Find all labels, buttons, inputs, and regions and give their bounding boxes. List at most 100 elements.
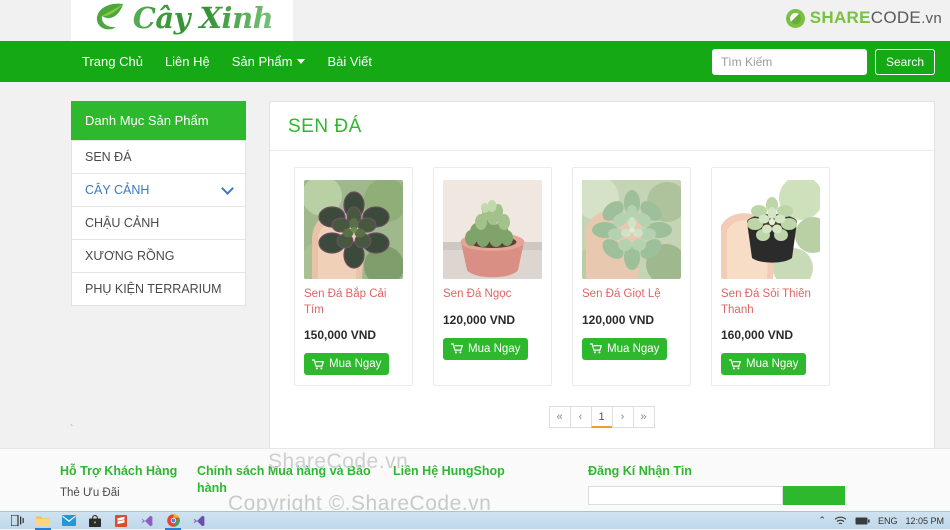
leaf-icon <box>96 3 123 30</box>
shopping-cart-icon <box>729 358 741 369</box>
vscode-insiders-icon[interactable] <box>186 512 212 530</box>
product-body: Sen Đá Sỏi Thiên Thanh 160,000 VND Mua N… <box>712 279 829 385</box>
buy-now-label: Mua Ngay <box>746 358 799 371</box>
pagination-first[interactable]: « <box>548 406 571 429</box>
pagination-last[interactable]: » <box>632 406 655 429</box>
sidebar-item-label: PHỤ KIỆN TERRARIUM <box>85 282 222 296</box>
windows-taskbar: ⌃ ENG 12:05 PM <box>0 511 950 530</box>
nav-item-label: Liên Hệ <box>164 54 210 69</box>
succulent-photo-1 <box>304 180 403 279</box>
chevron-down-icon <box>297 59 306 64</box>
buy-now-label: Mua Ngay <box>329 358 382 371</box>
product-name[interactable]: Sen Đá Giọt Lệ <box>582 287 681 303</box>
product-image <box>443 180 542 279</box>
page-title: SEN ĐÁ <box>288 116 362 137</box>
site-logo[interactable]: Cây Xinh <box>71 0 293 41</box>
newsletter-form <box>588 485 935 505</box>
search-button[interactable]: Search <box>874 48 935 75</box>
sidebar-item-label: SEN ĐÁ <box>85 150 132 164</box>
sidebar-item-chau-canh[interactable]: CHẬU CẢNH <box>72 206 245 239</box>
footer-column-policy: Chính sách Mua hàng và Bảo hành <box>197 463 393 505</box>
buy-now-button[interactable]: Mua Ngay <box>443 337 529 360</box>
product-name[interactable]: Sen Đá Sỏi Thiên Thanh <box>721 287 820 318</box>
footer-heading[interactable]: Liên Hệ HungShop <box>393 463 588 480</box>
shopping-cart-icon <box>451 343 463 354</box>
main-navbar: Trang Chủ Liên Hệ Sản Phẩm Bài Viết Sear… <box>0 41 950 82</box>
store-icon[interactable] <box>82 512 108 530</box>
sharecode-mark-icon <box>785 8 805 28</box>
footer-heading[interactable]: Hỗ Trợ Khách Hàng <box>60 463 197 480</box>
buy-now-label: Mua Ngay <box>468 342 521 355</box>
mail-icon[interactable] <box>56 512 82 530</box>
product-image <box>304 180 403 279</box>
product-card[interactable]: Sen Đá Ngọc 120,000 VND Mua Ngay <box>433 167 552 387</box>
wifi-icon[interactable] <box>834 516 847 526</box>
product-price: 120,000 VND <box>582 312 655 327</box>
tray-overflow-icon[interactable]: ⌃ <box>818 515 826 526</box>
succulent-photo-3 <box>582 180 681 279</box>
pagination: « ‹ 1 › » <box>270 398 934 450</box>
footer-heading[interactable]: Chính sách Mua hàng và Bảo hành <box>197 463 393 497</box>
nav-item-label: Sản Phẩm <box>231 54 293 69</box>
footer-link[interactable]: Thẻ Ưu Đãi <box>60 487 197 499</box>
sidebar-item-cay-canh[interactable]: CÂY CẢNH <box>72 173 245 206</box>
header-logo-strip: Cây Xinh SHARECODE.vn <box>0 0 950 41</box>
category-sidebar: Danh Mục Sản Phẩm SEN ĐÁ CÂY CẢNH CHẬU C… <box>71 101 246 306</box>
product-image <box>721 180 820 279</box>
taskbar-icons <box>4 512 212 530</box>
succulent-photo-2 <box>443 180 542 279</box>
footer-column-support: Hỗ Trợ Khách Hàng Thẻ Ưu Đãi <box>60 463 197 505</box>
language-indicator[interactable]: ENG <box>878 516 898 526</box>
product-image <box>582 180 681 279</box>
product-card[interactable]: Sen Đá Giọt Lệ 120,000 VND Mua Ngay <box>572 167 691 387</box>
product-name[interactable]: Sen Đá Bắp Cải Tím <box>304 287 403 318</box>
pagination-next[interactable]: › <box>611 406 634 429</box>
search-input[interactable] <box>711 48 867 75</box>
file-explorer-icon[interactable] <box>30 512 56 530</box>
footer-column-newsletter: Đăng Kí Nhận Tin <box>588 463 935 505</box>
nav-item-san-pham[interactable]: Sản Phẩm <box>221 48 317 75</box>
shopping-cart-icon <box>590 343 602 354</box>
task-view-icon[interactable] <box>4 512 30 530</box>
product-name[interactable]: Sen Đá Ngọc <box>443 287 542 303</box>
sidebar-item-label: CHẬU CẢNH <box>85 216 160 230</box>
nav-item-trang-chu[interactable]: Trang Chủ <box>71 48 154 75</box>
stray-mark: ` <box>70 424 74 435</box>
product-panel: SEN ĐÁ Sen Đá Bắp Cải Tím 150,000 VND Mu… <box>269 101 935 452</box>
sidebar-item-phu-kien-terrarium[interactable]: PHỤ KIỆN TERRARIUM <box>72 272 245 305</box>
sharecode-watermark-logo: SHARECODE.vn <box>785 8 942 28</box>
sublime-text-icon[interactable] <box>108 512 134 530</box>
product-grid: Sen Đá Bắp Cải Tím 150,000 VND Mua Ngay <box>270 151 934 398</box>
product-body: Sen Đá Bắp Cải Tím 150,000 VND Mua Ngay <box>295 279 412 385</box>
sidebar-item-xuong-rong[interactable]: XƯƠNG RỒNG <box>72 239 245 272</box>
content-row: Danh Mục Sản Phẩm SEN ĐÁ CÂY CẢNH CHẬU C… <box>0 82 950 452</box>
search-area: Search <box>711 48 935 75</box>
sharecode-vn-text: .vn <box>921 10 942 27</box>
footer-column-contact: Liên Hệ HungShop <box>393 463 588 505</box>
sidebar-item-sen-da[interactable]: SEN ĐÁ <box>72 140 245 173</box>
buy-now-button[interactable]: Mua Ngay <box>582 337 668 360</box>
newsletter-submit-button[interactable] <box>783 485 845 505</box>
buy-now-button[interactable]: Mua Ngay <box>721 353 807 376</box>
product-card[interactable]: Sen Đá Bắp Cải Tím 150,000 VND Mua Ngay <box>294 167 413 387</box>
product-price: 150,000 VND <box>304 328 377 343</box>
footer-heading: Đăng Kí Nhận Tin <box>588 464 692 478</box>
product-card[interactable]: Sen Đá Sỏi Thiên Thanh 160,000 VND Mua N… <box>711 167 830 387</box>
newsletter-email-input[interactable] <box>588 485 783 505</box>
sharecode-code-text: CODE <box>870 8 922 27</box>
vscode-icon[interactable] <box>134 512 160 530</box>
chrome-icon[interactable] <box>160 512 186 530</box>
nav-item-bai-viet[interactable]: Bài Viết <box>316 48 383 75</box>
site-footer: Hỗ Trợ Khách Hàng Thẻ Ưu Đãi Chính sách … <box>0 448 950 511</box>
sharecode-share-text: SHARE <box>809 8 871 27</box>
panel-header: SEN ĐÁ <box>270 102 934 151</box>
battery-icon[interactable] <box>855 517 870 525</box>
pagination-prev[interactable]: ‹ <box>569 406 592 429</box>
clock[interactable]: 12:05 PM <box>905 516 944 526</box>
sidebar-item-label: CÂY CẢNH <box>85 183 150 197</box>
nav-item-lien-he[interactable]: Liên Hệ <box>154 48 221 75</box>
pagination-page-1[interactable]: 1 <box>590 406 613 429</box>
buy-now-button[interactable]: Mua Ngay <box>304 353 390 376</box>
product-price: 120,000 VND <box>443 312 516 327</box>
footer-columns: Hỗ Trợ Khách Hàng Thẻ Ưu Đãi Chính sách … <box>60 463 935 505</box>
